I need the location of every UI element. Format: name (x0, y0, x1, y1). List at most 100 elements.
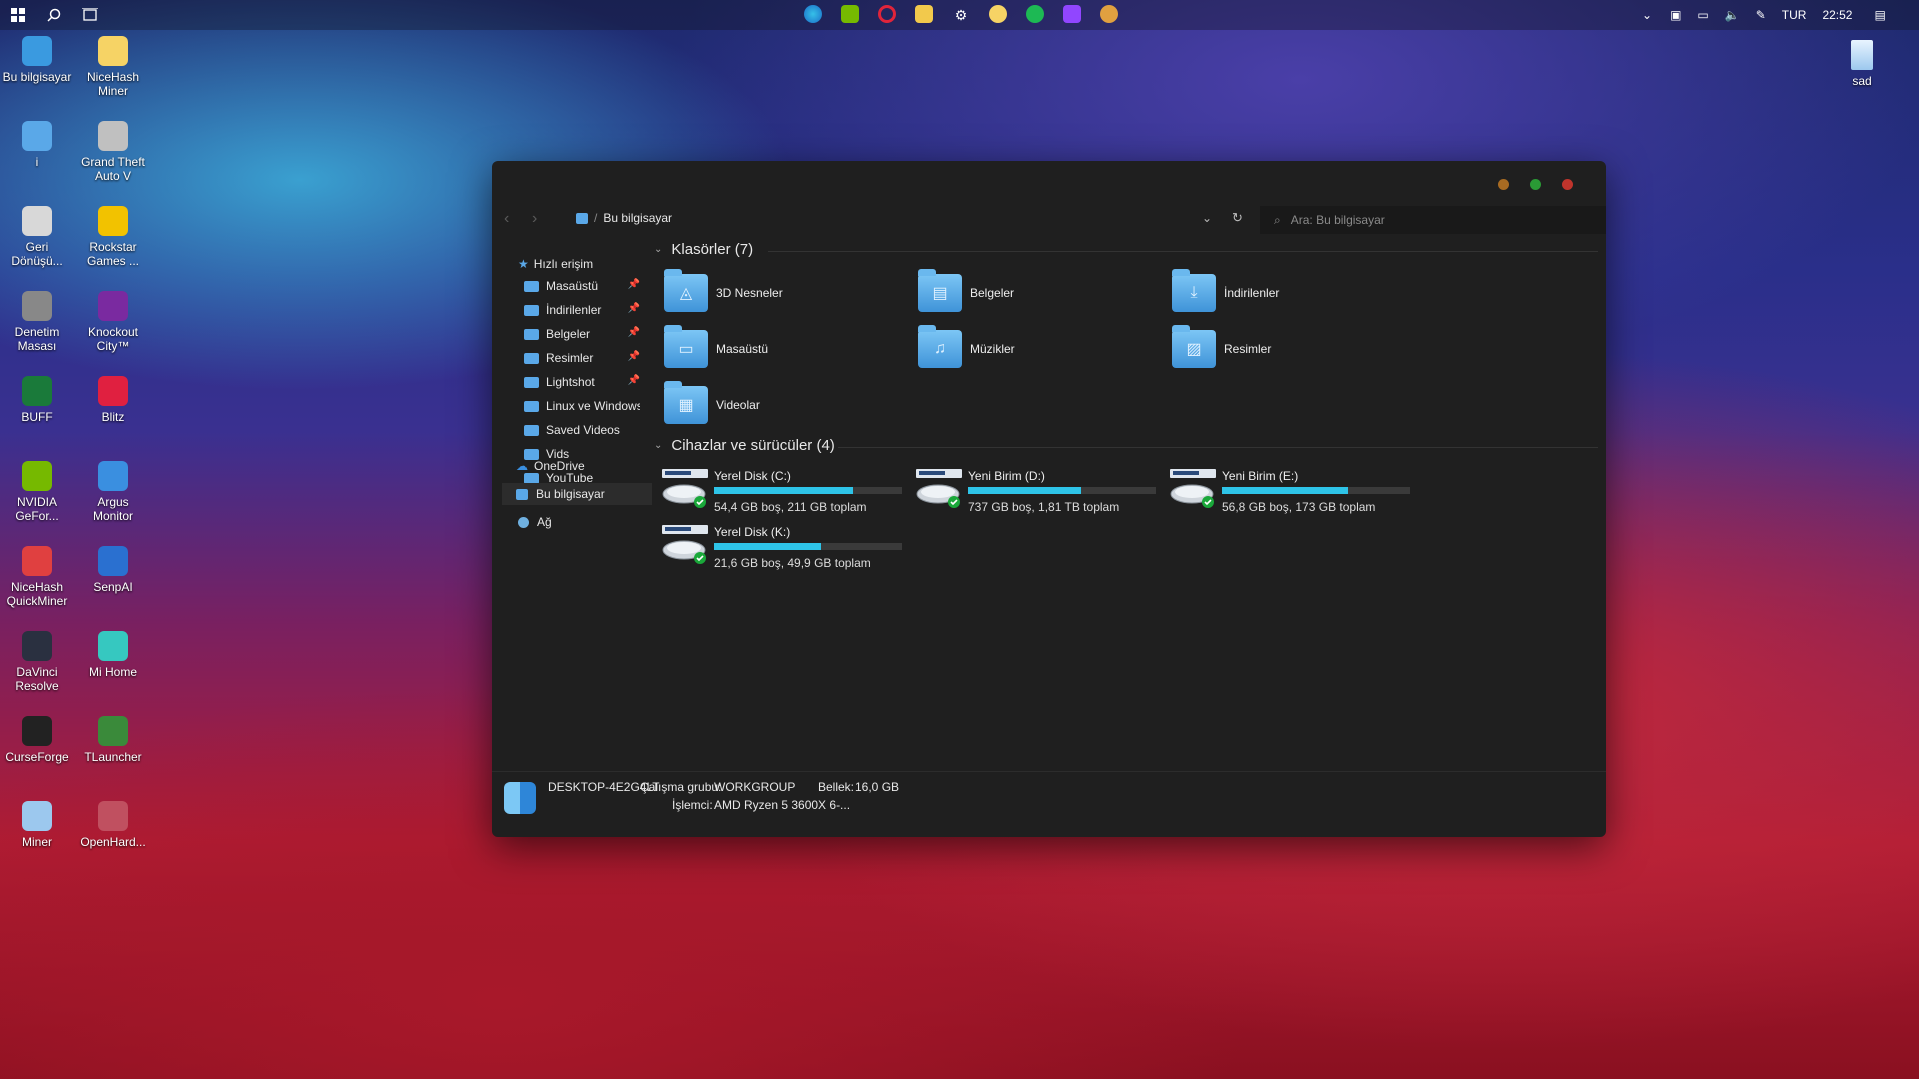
spotify-icon[interactable] (1026, 5, 1044, 23)
folder-tile[interactable]: ▨ Resimler (1172, 323, 1412, 375)
desktop-icon[interactable]: NiceHash QuickMiner (1, 546, 73, 608)
desktop-icon[interactable]: Blitz (77, 376, 149, 424)
desktop-icon-label: Grand Theft Auto V (81, 155, 145, 183)
folder-tile[interactable]: ▭ Masaüstü (664, 323, 904, 375)
pin-icon[interactable]: 📌 (628, 327, 640, 338)
twitch-icon[interactable] (1063, 5, 1081, 23)
sidebar-item[interactable]: Lightshot 📌 (524, 371, 640, 393)
desktop-icon[interactable]: Miner (1, 801, 73, 849)
folder-tile[interactable]: ▤ Belgeler (918, 267, 1158, 319)
gta-icon (98, 121, 128, 151)
hard-drive-icon (1170, 469, 1216, 508)
folder-tile[interactable]: ◬ 3D Nesneler (664, 267, 904, 319)
pin-icon[interactable]: 📌 (628, 375, 640, 386)
close-button[interactable] (1562, 179, 1573, 190)
finder-computer-icon (504, 782, 536, 814)
sidebar-item[interactable]: Linux ve Windows i (524, 395, 640, 417)
language-indicator[interactable]: TUR (1782, 8, 1807, 22)
settings-gear-icon[interactable]: ⚙ (951, 5, 971, 25)
desktop-icon[interactable]: Knockout City™ (77, 291, 149, 353)
folder-tile[interactable]: ⤓ İndirilenler (1172, 267, 1412, 319)
folder-label: Resimler (1224, 342, 1272, 356)
sidebar-network[interactable]: Ağ (518, 511, 552, 533)
monitor-icon (22, 36, 52, 66)
folder-tile[interactable]: ♫ Müzikler (918, 323, 1158, 375)
desktop-icon-sad[interactable]: sad (1826, 40, 1898, 88)
desktop-icon[interactable]: Denetim Masası (1, 291, 73, 353)
maximize-button[interactable] (1530, 179, 1541, 190)
drive-tile[interactable]: Yerel Disk (C:) 54,4 GB boş, 211 GB topla… (662, 467, 902, 519)
chevron-down-icon[interactable]: ⌄ (1202, 211, 1212, 225)
notification-icon[interactable]: ▤ (1874, 8, 1885, 22)
opera-icon[interactable] (878, 5, 896, 23)
pin-icon[interactable]: 📌 (628, 303, 640, 314)
drive-tile[interactable]: Yerel Disk (K:) 21,6 GB boş, 49,9 GB topl… (662, 523, 902, 575)
desktop-icon[interactable]: Bu bilgisayar (1, 36, 73, 84)
desktop-icon[interactable]: CurseForge (1, 716, 73, 764)
desktop-icon-label: Mi Home (88, 665, 137, 679)
search-icon[interactable] (44, 5, 64, 25)
sidebar-item[interactable]: Resimler 📌 (524, 347, 640, 369)
sidebar-item[interactable]: Masaüstü 📌 (524, 275, 640, 297)
pin-icon[interactable]: 📌 (628, 351, 640, 362)
chevron-down-icon: ⌄ (654, 244, 663, 255)
desktop-icon[interactable]: TLauncher (77, 716, 149, 764)
drive-usage-fill (1222, 487, 1348, 494)
volume-icon[interactable]: 🔈 (1725, 8, 1740, 22)
folders-group-header[interactable]: ⌄ Klasörler (7) (654, 241, 753, 258)
network-icon (518, 516, 529, 528)
forward-arrow-icon[interactable]: › (532, 210, 537, 228)
desktop-icon[interactable]: NiceHash Miner (77, 36, 149, 98)
sidebar-label: Hızlı erişim (533, 257, 594, 271)
windows-start-icon[interactable] (8, 5, 28, 25)
folder-tile[interactable]: ▦ Videolar (664, 379, 904, 431)
refresh-icon[interactable]: ↻ (1232, 210, 1243, 226)
edge-icon[interactable] (804, 5, 822, 23)
folder-icon (524, 328, 539, 340)
pin-icon[interactable]: 📌 (628, 279, 640, 290)
app-smiley-icon[interactable] (1100, 5, 1118, 23)
chevron-up-icon[interactable]: ⌄ (1642, 8, 1652, 22)
search-box[interactable]: ⌕ Ara: Bu bilgisayar (1260, 206, 1606, 234)
desktop-icon[interactable]: DaVinci Resolve (1, 631, 73, 693)
desktop-icon-label: Knockout City™ (87, 325, 139, 353)
drives-group-header[interactable]: ⌄ Cihazlar ve sürücüler (4) (654, 437, 835, 454)
drive-tile[interactable]: Yeni Birim (E:) 56,8 GB boş, 173 GB topla… (1170, 467, 1410, 519)
breadcrumb-item[interactable]: Bu bilgisayar (603, 211, 672, 225)
sidebar-item[interactable]: İndirilenler 📌 (524, 299, 640, 321)
desktop-icon[interactable]: i (1, 121, 73, 169)
sidebar-this-pc[interactable]: Bu bilgisayar (502, 483, 652, 505)
desktop-icon[interactable]: NVIDIA GeFor... (1, 461, 73, 523)
drive-usage-bar (968, 487, 1156, 494)
task-view-icon[interactable] (80, 5, 100, 25)
navigation-pane: ★ Hızlı erişim Masaüstü 📌 İndirilenler 📌 Bel… (492, 253, 652, 753)
title-bar[interactable] (492, 161, 1606, 201)
nicehash-taskbar-icon[interactable] (989, 5, 1007, 23)
desktop-icon[interactable]: OpenHard... (77, 801, 149, 849)
device-icon[interactable]: ▣ (1670, 8, 1681, 22)
drive-tile[interactable]: Yeni Birim (D:) 737 GB boş, 1,81 TB topla… (916, 467, 1156, 519)
clock[interactable]: 22:52 (1822, 8, 1852, 22)
minimize-button[interactable] (1498, 179, 1509, 190)
file-explorer-icon[interactable] (915, 5, 933, 23)
back-arrow-icon[interactable]: ‹ (504, 210, 509, 228)
desktop-icon[interactable]: SenpAI (77, 546, 149, 594)
desktop-icon[interactable]: Rockstar Games ... (77, 206, 149, 268)
desktop-icon[interactable]: Mi Home (77, 631, 149, 679)
desktop-icon[interactable]: Argus Monitor (77, 461, 149, 523)
sidebar-item[interactable]: Saved Videos (524, 419, 640, 441)
desktop-icon[interactable]: Grand Theft Auto V (77, 121, 149, 183)
desktop-icon[interactable]: BUFF (1, 376, 73, 424)
hard-drive-icon (662, 469, 708, 508)
nvidia-taskbar-icon[interactable] (841, 5, 859, 23)
breadcrumb[interactable]: / Bu bilgisayar (576, 211, 672, 225)
sidebar-onedrive[interactable]: ☁ OneDrive (516, 455, 585, 477)
sidebar-quick-access[interactable]: ★ Hızlı erişim (518, 253, 593, 275)
network-monitor-icon[interactable]: ▭ (1697, 8, 1708, 22)
quickminer-icon (22, 546, 52, 576)
pen-icon[interactable]: ✎ (1756, 8, 1766, 22)
desktop-icon[interactable]: Geri Dönüşü... (1, 206, 73, 268)
sidebar-item[interactable]: Belgeler 📌 (524, 323, 640, 345)
user-folder-icon (22, 121, 52, 151)
group-title: Cihazlar ve sürücüler (4) (671, 437, 835, 454)
